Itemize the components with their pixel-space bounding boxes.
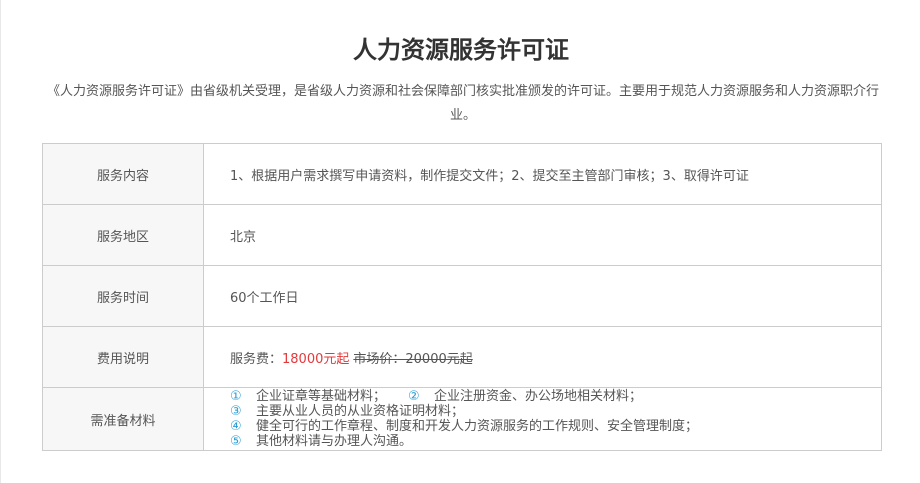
materials-value: ① 企业证章等基础材料； ② 企业注册资金、办公场地相关材料； ③ 主要从业人员… (203, 387, 882, 451)
page-description: 《人力资源服务许可证》由省级机关受理，是省级人力资源和社会保障部门核实批准颁发的… (46, 84, 879, 123)
list-item: ⑤ 其他材料请与办理人沟通。 (230, 434, 412, 449)
row-value: 1、根据用户需求撰写申请资料，制作提交文件；2、提交至主管部门审核；3、取得许可… (203, 143, 882, 205)
page-title: 人力资源服务许可证 (353, 36, 569, 64)
material-text: 健全可行的工作章程、制度和开发人力资源服务的工作规则、安全管理制度； (256, 419, 699, 434)
table-row-service-content: 服务内容 1、根据用户需求撰写申请资料，制作提交文件；2、提交至主管部门审核；3… (42, 143, 882, 205)
current-price: 18000元起 (282, 351, 350, 367)
table-row-service-area: 服务地区 北京 (42, 204, 882, 266)
table-row-service-time: 服务时间 60个工作日 (42, 265, 882, 327)
material-text: 企业证章等基础材料； (256, 389, 387, 404)
row-label: 费用说明 (42, 326, 204, 388)
circled-number: ④ (230, 419, 242, 434)
materials-list: ① 企业证章等基础材料； ② 企业注册资金、办公场地相关材料； ③ 主要从业人员… (230, 389, 881, 449)
material-text: 其他材料请与办理人沟通。 (256, 434, 413, 449)
market-price: 市场价：20000元起 (353, 351, 473, 367)
material-text: 主要从业人员的从业资格证明材料； (256, 404, 465, 419)
table-row-fee: 费用说明 服务费：18000元起 市场价：20000元起 (42, 326, 882, 388)
materials-line: ④ 健全可行的工作章程、制度和开发人力资源服务的工作规则、安全管理制度； (230, 419, 881, 434)
circled-number: ③ (230, 404, 242, 419)
circled-number: ① (230, 389, 242, 404)
materials-line: ③ 主要从业人员的从业资格证明材料； (230, 404, 881, 419)
row-value: 60个工作日 (203, 265, 882, 327)
list-item: ① 企业证章等基础材料； (230, 389, 386, 404)
table-row-materials: 需准备材料 ① 企业证章等基础材料； ② 企业注册资金、办公场地相关材料； ③ … (42, 387, 882, 451)
service-detail-page: 人力资源服务许可证 《人力资源服务许可证》由省级机关受理，是省级人力资源和社会保… (0, 0, 920, 483)
row-label: 服务地区 (42, 204, 204, 266)
row-label: 需准备材料 (42, 387, 204, 451)
fee-value: 服务费：18000元起 市场价：20000元起 (203, 326, 882, 388)
list-item: ② 企业注册资金、办公场地相关材料； (408, 389, 642, 404)
list-item: ④ 健全可行的工作章程、制度和开发人力资源服务的工作规则、安全管理制度； (230, 419, 698, 434)
list-item: ③ 主要从业人员的从业资格证明材料； (230, 404, 464, 419)
materials-line: ⑤ 其他材料请与办理人沟通。 (230, 434, 881, 449)
circled-number: ⑤ (230, 434, 242, 449)
price-label: 服务费： (230, 351, 283, 367)
row-label: 服务时间 (42, 265, 204, 327)
row-label: 服务内容 (42, 143, 204, 205)
materials-line: ① 企业证章等基础材料； ② 企业注册资金、办公场地相关材料； (230, 389, 881, 404)
circled-number: ② (408, 389, 420, 404)
row-value: 北京 (203, 204, 882, 266)
service-info-table: 服务内容 1、根据用户需求撰写申请资料，制作提交文件；2、提交至主管部门审核；3… (42, 143, 882, 451)
material-text: 企业注册资金、办公场地相关材料； (434, 389, 643, 404)
